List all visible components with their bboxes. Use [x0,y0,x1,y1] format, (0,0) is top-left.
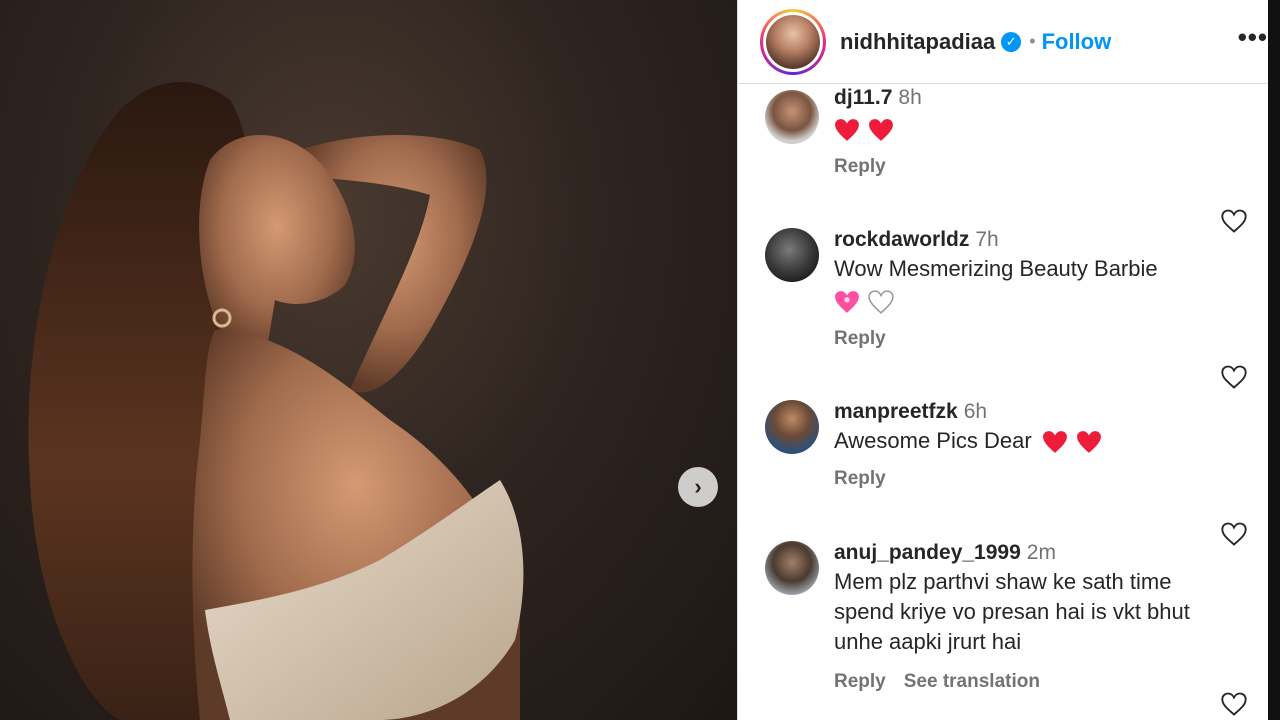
reply-button[interactable]: Reply [834,671,886,692]
post-header: nidhhitapadiaa ✓ • Follow ••• [738,0,1268,84]
author-username[interactable]: nidhhitapadiaa [840,29,995,55]
comment-username[interactable]: dj11.7 [834,86,892,109]
like-heart-icon[interactable] [1220,521,1248,547]
comment-text: Wow Mesmerizing Beauty Barbie [834,256,1158,281]
red-heart-emoji-icon [835,119,859,142]
see-translation-button[interactable]: See translation [904,671,1040,692]
avatar[interactable] [765,90,819,144]
header-separator: • [1029,31,1036,51]
comment-username[interactable]: manpreetfzk [834,400,958,423]
reply-button[interactable]: Reply [834,468,886,489]
comment-username[interactable]: rockdaworldz [834,228,969,251]
comment-text: Awesome Pics Dear [834,428,1032,453]
next-post-edge [1268,0,1280,720]
like-heart-icon[interactable] [1220,691,1248,717]
comment-time[interactable]: 2m [1027,541,1056,564]
comment-emojis [834,114,1204,144]
next-photo-button[interactable]: › [678,467,718,507]
verified-badge-icon: ✓ [1001,31,1022,52]
like-heart-icon[interactable] [1220,364,1248,390]
like-heart-icon[interactable] [1220,208,1248,234]
comment-username[interactable]: anuj_pandey_1999 [834,541,1021,564]
red-heart-emoji-icon [1076,431,1101,454]
red-heart-emoji-icon [869,119,893,142]
avatar[interactable] [765,541,819,595]
white-heart-emoji-icon [868,290,894,315]
post-photo[interactable]: › [0,0,737,720]
reply-button[interactable]: Reply [834,328,886,349]
comment-time[interactable]: 6h [964,400,987,423]
comment-text-line: Awesome Pics Dear [834,426,1204,456]
chevron-right-icon: › [694,474,702,499]
follow-button[interactable]: Follow [1042,29,1112,55]
comment-text: Mem plz parthvi shaw ke sath time spend … [834,569,1190,654]
comment-time[interactable]: 8h [898,86,921,109]
author-avatar[interactable] [760,8,826,75]
comment-list: dj11.7 8h Reply rockdaworldz 7h Wow Mesmer… [738,84,1268,720]
more-options-icon[interactable]: ••• [1238,22,1268,53]
comments-panel: nidhhitapadiaa ✓ • Follow ••• dj11.7 8h R… [737,0,1268,720]
red-heart-emoji-icon [1042,431,1067,454]
sparkling-heart-emoji-icon [835,291,859,314]
comment-emojis [834,286,1204,316]
avatar[interactable] [765,400,819,454]
comment-time[interactable]: 7h [975,228,998,251]
reply-button[interactable]: Reply [834,156,886,177]
avatar[interactable] [765,228,819,282]
post-image [28,81,524,720]
